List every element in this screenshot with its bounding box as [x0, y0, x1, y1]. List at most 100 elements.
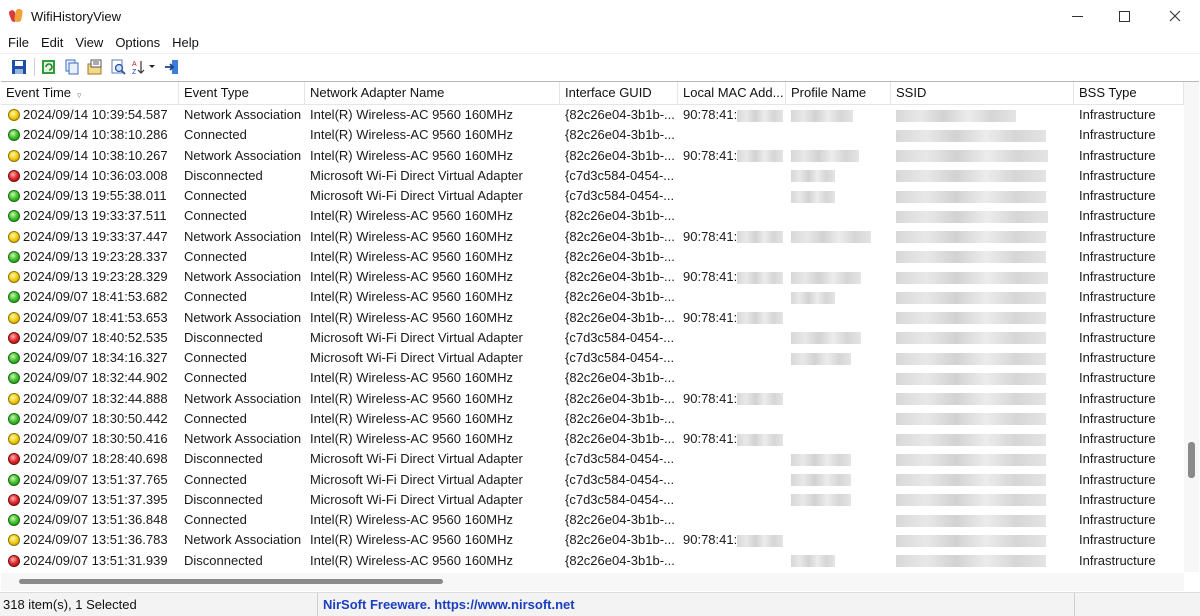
- cell-event-type: Disconnected: [179, 551, 305, 571]
- table-row[interactable]: 2024/09/13 19:33:37.447 Network Associati…: [1, 227, 1184, 247]
- cell-profile-name: [786, 510, 891, 530]
- status-red-icon: [8, 453, 20, 466]
- cell-bss-type: Infrastructure: [1074, 267, 1184, 287]
- cell-ssid: [891, 530, 1074, 550]
- cell-event-time: 2024/09/07 13:51:36.848: [1, 510, 179, 530]
- maximize-button[interactable]: [1099, 0, 1149, 32]
- table-row[interactable]: 2024/09/14 10:36:03.008 Disconnected Micro…: [1, 166, 1184, 186]
- cell-ssid: [891, 389, 1074, 409]
- table-row[interactable]: 2024/09/07 18:32:44.888 Network Associati…: [1, 389, 1184, 409]
- menu-file[interactable]: File: [2, 35, 35, 50]
- cell-event-type: Connected: [179, 287, 305, 307]
- cell-interface-guid-text: {82c26e04-3b1b-...: [565, 289, 675, 305]
- column-header-bss-type[interactable]: BSS Type: [1074, 82, 1184, 105]
- cell-local-mac: 90:78:41:: [678, 389, 786, 409]
- cell-event-time-text: 2024/09/07 13:51:36.848: [23, 512, 168, 528]
- cell-profile-name: [786, 308, 891, 328]
- cell-event-type-text: Connected: [184, 127, 247, 143]
- exit-button[interactable]: [161, 56, 183, 78]
- table-row[interactable]: 2024/09/07 13:51:36.783 Network Associati…: [1, 530, 1184, 550]
- menu-edit[interactable]: Edit: [35, 35, 69, 50]
- table-row[interactable]: 2024/09/14 10:38:10.286 Connected Intel(R)…: [1, 125, 1184, 145]
- cell-local-mac: 90:78:41:: [678, 146, 786, 166]
- cell-network-adapter-text: Intel(R) Wireless-AC 9560 160MHz: [310, 127, 514, 143]
- table-row[interactable]: 2024/09/13 19:23:28.329 Network Associati…: [1, 267, 1184, 287]
- table-row[interactable]: 2024/09/13 19:33:37.511 Connected Intel(R)…: [1, 206, 1184, 226]
- cell-event-time-text: 2024/09/07 18:34:16.327: [23, 350, 168, 366]
- table-row[interactable]: 2024/09/07 18:41:53.653 Network Associati…: [1, 308, 1184, 328]
- cell-ssid: [891, 490, 1074, 510]
- column-header-event-type[interactable]: Event Type: [179, 82, 305, 105]
- refresh-button[interactable]: [38, 56, 60, 78]
- cell-event-time-text: 2024/09/07 13:51:37.395: [23, 491, 168, 507]
- cell-bss-type: Infrastructure: [1074, 551, 1184, 571]
- history-list[interactable]: Event Time ▿ Event Type Network Adapter …: [1, 81, 1199, 591]
- table-row[interactable]: 2024/09/07 13:51:37.765 Connected Microsof…: [1, 470, 1184, 490]
- redacted-block: [791, 494, 851, 507]
- cell-profile-name: [786, 186, 891, 206]
- cell-local-mac-text: 90:78:41:: [683, 532, 738, 548]
- copy-button[interactable]: [61, 56, 83, 78]
- table-row[interactable]: 2024/09/07 13:51:37.395 Disconnected Micro…: [1, 490, 1184, 510]
- cell-bss-type: Infrastructure: [1074, 389, 1184, 409]
- cell-interface-guid: {82c26e04-3b1b-...: [560, 146, 678, 166]
- cell-network-adapter-text: Intel(R) Wireless-AC 9560 160MHz: [310, 512, 514, 528]
- redacted-block: [896, 352, 1046, 365]
- column-header-network-adapter-name[interactable]: Network Adapter Name: [305, 82, 560, 105]
- table-row[interactable]: 2024/09/14 10:38:10.267 Network Associati…: [1, 146, 1184, 166]
- menu-options[interactable]: Options: [109, 35, 166, 50]
- cell-event-time: 2024/09/13 19:23:28.329: [1, 267, 179, 287]
- cell-local-mac-text: 90:78:41:: [683, 269, 738, 285]
- sort-button[interactable]: AZ: [130, 56, 160, 78]
- cell-interface-guid-text: {82c26e04-3b1b-...: [565, 390, 675, 406]
- properties-button[interactable]: [84, 56, 106, 78]
- horizontal-scroll-thumb[interactable]: [19, 579, 443, 584]
- find-button[interactable]: [107, 56, 129, 78]
- table-row[interactable]: 2024/09/14 10:39:54.587 Network Associati…: [1, 105, 1184, 125]
- save-button[interactable]: [8, 56, 30, 78]
- table-row[interactable]: 2024/09/07 18:32:44.902 Connected Intel(R)…: [1, 368, 1184, 388]
- table-row[interactable]: 2024/09/07 18:30:50.442 Connected Intel(R)…: [1, 409, 1184, 429]
- cell-event-type-text: Connected: [184, 471, 247, 487]
- cell-interface-guid: {c7d3c584-0454-...: [560, 348, 678, 368]
- vertical-scrollbar[interactable]: [1184, 82, 1199, 572]
- redacted-block: [896, 474, 1046, 487]
- menu-help[interactable]: Help: [166, 35, 205, 50]
- table-row[interactable]: 2024/09/07 13:51:36.848 Connected Intel(R)…: [1, 510, 1184, 530]
- vertical-scroll-thumb[interactable]: [1188, 442, 1195, 478]
- cell-event-type: Network Association: [179, 267, 305, 287]
- minimize-button[interactable]: [1052, 0, 1102, 32]
- status-green-icon: [8, 129, 20, 142]
- cell-local-mac: [678, 449, 786, 469]
- redacted-block: [791, 291, 835, 304]
- cell-event-type-text: Network Association: [184, 107, 302, 123]
- status-green-icon: [8, 210, 20, 223]
- nirsoft-link[interactable]: NirSoft Freeware. https://www.nirsoft.ne…: [318, 592, 1075, 616]
- column-header-profile-name[interactable]: Profile Name: [786, 82, 891, 105]
- horizontal-scrollbar[interactable]: [1, 573, 1184, 591]
- column-header-event-time[interactable]: Event Time ▿: [1, 82, 179, 105]
- table-row[interactable]: 2024/09/07 18:40:52.535 Disconnected Micro…: [1, 328, 1184, 348]
- copy-icon: [65, 59, 79, 75]
- menu-view[interactable]: View: [69, 35, 109, 50]
- table-row[interactable]: 2024/09/07 13:51:31.939 Disconnected Intel…: [1, 551, 1184, 571]
- column-header-ssid[interactable]: SSID: [891, 82, 1074, 105]
- table-row[interactable]: 2024/09/07 18:28:40.698 Disconnected Micro…: [1, 449, 1184, 469]
- table-row[interactable]: 2024/09/07 18:30:50.416 Network Associati…: [1, 429, 1184, 449]
- cell-network-adapter: Microsoft Wi-Fi Direct Virtual Adapter: [305, 470, 560, 490]
- column-header-interface-guid[interactable]: Interface GUID: [560, 82, 678, 105]
- table-row[interactable]: 2024/09/07 18:41:53.682 Connected Intel(R)…: [1, 287, 1184, 307]
- cell-network-adapter: Intel(R) Wireless-AC 9560 160MHz: [305, 227, 560, 247]
- status-yellow-icon: [8, 271, 20, 284]
- cell-event-type-text: Connected: [184, 370, 247, 386]
- column-header-local-mac-address[interactable]: Local MAC Add...: [678, 82, 786, 105]
- table-row[interactable]: 2024/09/07 18:34:16.327 Connected Microsof…: [1, 348, 1184, 368]
- close-button[interactable]: [1150, 0, 1200, 32]
- cell-event-time-text: 2024/09/14 10:38:10.267: [23, 147, 168, 163]
- cell-interface-guid: {82c26e04-3b1b-...: [560, 409, 678, 429]
- status-yellow-icon: [8, 109, 20, 122]
- table-row[interactable]: 2024/09/13 19:23:28.337 Connected Intel(R)…: [1, 247, 1184, 267]
- cell-network-adapter-text: Intel(R) Wireless-AC 9560 160MHz: [310, 147, 514, 163]
- table-row[interactable]: 2024/09/13 19:55:38.011 Connected Microsof…: [1, 186, 1184, 206]
- cell-bss-type: Infrastructure: [1074, 287, 1184, 307]
